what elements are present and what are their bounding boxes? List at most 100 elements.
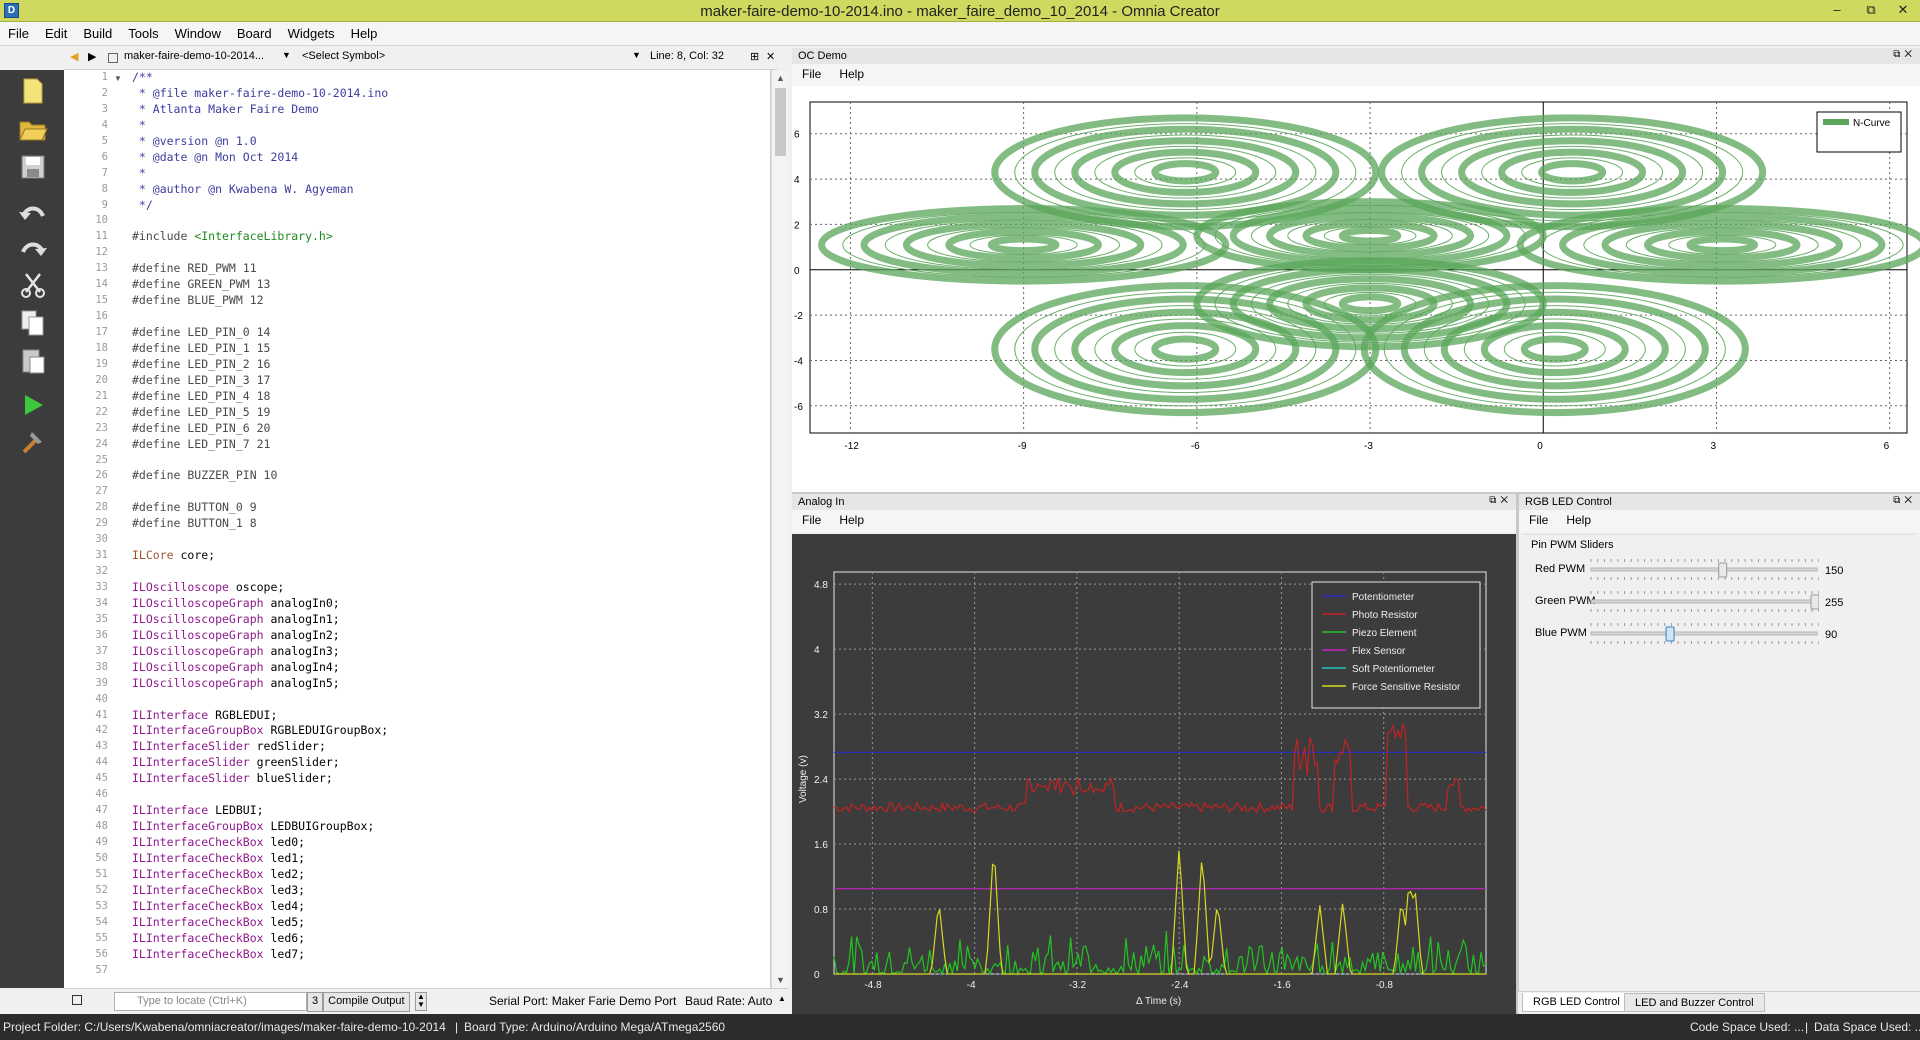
close-icon[interactable]: ✕ [1886, 0, 1920, 22]
code-line[interactable]: #define BUTTON_1 8 [132, 516, 770, 532]
code-line[interactable]: #define BUZZER_PIN 10 [132, 468, 770, 484]
code-line[interactable] [132, 787, 770, 803]
chevron-down-icon[interactable]: ▼ [282, 50, 291, 60]
code-line[interactable]: /** [132, 70, 770, 86]
scroll-up-icon[interactable]: ▲ [772, 70, 789, 86]
dock-buttons-icon[interactable]: ⧉✕ [1893, 49, 1916, 60]
code-line[interactable]: #define LED_PIN_7 21 [132, 437, 770, 453]
code-line[interactable]: ILInterfaceCheckBox led3; [132, 883, 770, 899]
panel-toggle-icon[interactable] [72, 995, 82, 1005]
code-editor[interactable]: 1 2 3 4 5 6 7 8 9 10 11 12 13 14 15 16 17 18 19 20 21 22 23 24 2… [64, 70, 771, 988]
code-line[interactable]: ILOscilloscopeGraph analogIn0; [132, 596, 770, 612]
code-line[interactable]: ILOscilloscopeGraph analogIn2; [132, 628, 770, 644]
paste-icon[interactable] [16, 344, 50, 378]
code-line[interactable] [132, 484, 770, 500]
locate-input[interactable]: Type to locate (Ctrl+K) [114, 992, 307, 1011]
code-line[interactable]: ILInterfaceCheckBox led2; [132, 867, 770, 883]
code-line[interactable]: * [132, 166, 770, 182]
code-line[interactable]: ILInterfaceSlider greenSlider; [132, 755, 770, 771]
slider-thumb[interactable] [1718, 562, 1728, 578]
code-line[interactable] [132, 245, 770, 261]
run-icon[interactable] [16, 388, 50, 422]
oc-menu-file[interactable]: File [792, 64, 829, 81]
menu-file[interactable]: File [0, 22, 37, 46]
code-line[interactable]: #define LED_PIN_4 18 [132, 389, 770, 405]
code-line[interactable]: ILInterfaceSlider redSlider; [132, 739, 770, 755]
code-line[interactable]: ILOscilloscopeGraph analogIn1; [132, 612, 770, 628]
dock-buttons-icon[interactable]: ⧉✕ [1489, 495, 1512, 506]
build-hammer-icon[interactable] [16, 424, 50, 458]
menu-build[interactable]: Build [75, 22, 120, 46]
code-line[interactable]: ILInterface LEDBUI; [132, 803, 770, 819]
code-line[interactable]: #define LED_PIN_1 15 [132, 341, 770, 357]
code-line[interactable]: * @date @n Mon Oct 2014 [132, 150, 770, 166]
menu-widgets[interactable]: Widgets [280, 22, 343, 46]
fold-icon[interactable]: ▼ [114, 74, 122, 83]
baud-rate[interactable]: Baud Rate: Auto [685, 994, 772, 1008]
cut-icon[interactable] [16, 268, 50, 302]
code-line[interactable]: * @file maker-faire-demo-10-2014.ino [132, 86, 770, 102]
output-stepper[interactable]: ▲ ▼ [415, 992, 427, 1011]
tab-rgb-led-control[interactable]: RGB LED Control [1522, 993, 1631, 1012]
code-line[interactable] [132, 564, 770, 580]
code-line[interactable]: ILOscilloscopeGraph analogIn4; [132, 660, 770, 676]
code-line[interactable]: ILInterfaceCheckBox led6; [132, 931, 770, 947]
pwm-slider[interactable] [1589, 557, 1820, 583]
ai-menu-help[interactable]: Help [829, 510, 872, 527]
code-line[interactable]: ILInterfaceGroupBox RGBLEDUIGroupBox; [132, 723, 770, 739]
code-line[interactable]: * @version @n 1.0 [132, 134, 770, 150]
code-line[interactable]: #define RED_PWM 11 [132, 261, 770, 277]
code-line[interactable]: */ [132, 198, 770, 214]
chevron-down-icon[interactable]: ▼ [632, 50, 641, 60]
split-icon[interactable]: ⊞ [750, 50, 759, 63]
ai-menu-file[interactable]: File [792, 510, 829, 527]
undo-icon[interactable] [16, 196, 50, 230]
code-line[interactable]: ILInterfaceSlider blueSlider; [132, 771, 770, 787]
back-arrow-icon[interactable]: ◀ [70, 50, 78, 63]
code-line[interactable]: #define LED_PIN_5 19 [132, 405, 770, 421]
rgb-menu-file[interactable]: File [1519, 510, 1556, 527]
scroll-thumb[interactable] [775, 88, 786, 156]
pwm-slider[interactable] [1589, 589, 1820, 615]
editor-scrollbar[interactable]: ▲ ▼ [771, 70, 788, 988]
code-line[interactable] [132, 692, 770, 708]
code-line[interactable]: #include <InterfaceLibrary.h> [132, 229, 770, 245]
code-line[interactable]: ILInterfaceGroupBox LEDBUIGroupBox; [132, 819, 770, 835]
slider-thumb[interactable] [1810, 594, 1820, 610]
code-line[interactable]: ILInterfaceCheckBox led7; [132, 947, 770, 963]
code-line[interactable] [132, 532, 770, 548]
code-line[interactable]: ILInterfaceCheckBox led1; [132, 851, 770, 867]
forward-arrow-icon[interactable]: ▶ [88, 50, 96, 63]
code-line[interactable]: #define BUTTON_0 9 [132, 500, 770, 516]
menu-window[interactable]: Window [167, 22, 229, 46]
code-line[interactable]: ILInterface RGBLEDUI; [132, 708, 770, 724]
file-selector[interactable]: maker-faire-demo-10-2014... [124, 50, 264, 62]
code-line[interactable]: #define GREEN_PWM 13 [132, 277, 770, 293]
n-curve-chart[interactable]: -12 -9 -6 -3 0 3 6 6 4 2 0 -2 -4 -6 N-Curve [792, 86, 1920, 492]
dock-buttons-icon[interactable]: ⧉✕ [1893, 495, 1916, 506]
code-line[interactable]: #define LED_PIN_3 17 [132, 373, 770, 389]
symbol-selector[interactable]: <Select Symbol> [302, 50, 385, 62]
oc-menu-help[interactable]: Help [829, 64, 872, 81]
menu-edit[interactable]: Edit [37, 22, 75, 46]
code-line[interactable]: #define LED_PIN_6 20 [132, 421, 770, 437]
code-text[interactable]: /** * @file maker-faire-demo-10-2014.ino… [132, 70, 770, 978]
oscilloscope-chart[interactable]: -4.8 -4 -3.2 -2.4 -1.6 -0.8 4.8 4 3.2 2.4 1.6 0.8 0 Δ… [792, 534, 1516, 1014]
code-line[interactable]: #define BLUE_PWM 12 [132, 293, 770, 309]
code-line[interactable]: * Atlanta Maker Faire Demo [132, 102, 770, 118]
code-line[interactable]: ILInterfaceCheckBox led0; [132, 835, 770, 851]
rgb-menu-help[interactable]: Help [1556, 510, 1599, 527]
minimize-icon[interactable]: – [1820, 0, 1854, 22]
code-line[interactable] [132, 213, 770, 229]
menu-help[interactable]: Help [343, 22, 386, 46]
scroll-down-icon[interactable]: ▼ [772, 972, 789, 988]
code-line[interactable]: ILCore core; [132, 548, 770, 564]
code-line[interactable]: #define LED_PIN_0 14 [132, 325, 770, 341]
redo-icon[interactable] [16, 232, 50, 266]
restore-icon[interactable]: ⧉ [1854, 0, 1888, 22]
code-line[interactable]: #define LED_PIN_2 16 [132, 357, 770, 373]
code-line[interactable] [132, 309, 770, 325]
code-line[interactable]: ILInterfaceCheckBox led5; [132, 915, 770, 931]
slider-thumb[interactable] [1665, 626, 1675, 642]
menu-board[interactable]: Board [229, 22, 280, 46]
